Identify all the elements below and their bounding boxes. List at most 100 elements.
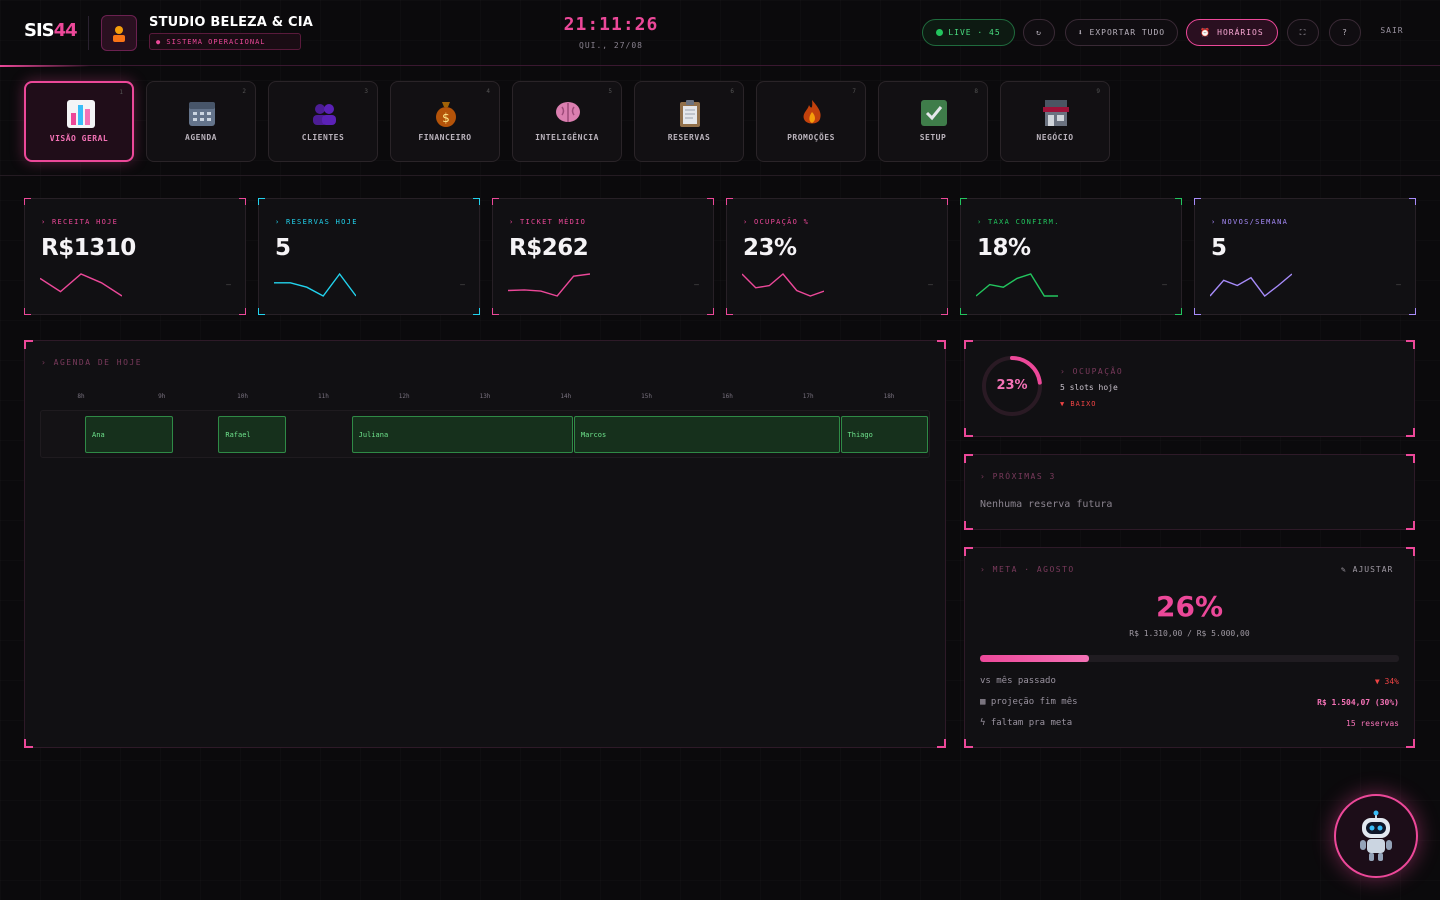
date: QUI., 27/08 — [579, 41, 643, 50]
timeline-booking[interactable]: Juliana — [351, 416, 573, 453]
nav-tab-setup[interactable]: 8 SETUP — [878, 81, 988, 162]
nav-tab-overview[interactable]: 1 VISÃO GERAL — [24, 81, 134, 162]
nav-tab-intelligence[interactable]: 5 INTELIGÊNCIA — [512, 81, 622, 162]
kpi-card[interactable]: › NOVOS/SEMANA 5 — — [1194, 198, 1416, 315]
kpi-card[interactable]: › RESERVAS HOJE 5 — — [258, 198, 480, 315]
kpi-value: R$1310 — [41, 235, 136, 261]
kpi-card[interactable]: › TAXA CONFIRM. 18% — — [960, 198, 1182, 315]
timeline-hour-label: 13h — [479, 393, 491, 400]
calendar-icon — [189, 102, 215, 126]
timeline-booking[interactable]: Rafael — [218, 416, 287, 453]
kpi-trend-indicator: — — [1396, 280, 1401, 289]
nav-tab-finance[interactable]: 4 $ FINANCEIRO — [390, 81, 500, 162]
next-bookings-empty: Nenhuma reserva futura — [980, 499, 1113, 510]
goal-progress-fill — [980, 655, 1089, 662]
fullscreen-button[interactable]: ⛶ — [1287, 19, 1319, 46]
kpi-value: 18% — [977, 235, 1031, 261]
kpi-sparkline-line — [40, 273, 122, 297]
kpi-sparkline — [40, 273, 122, 297]
logo[interactable]: SIS44 — [24, 20, 78, 41]
header: SIS44 STUDIO BELEZA & CIA ● SISTEMA OPER… — [0, 0, 1440, 67]
timeline-hour-label: 14h — [560, 393, 572, 400]
adjust-goal-button[interactable]: ✎ AJUSTAR — [1341, 565, 1393, 574]
nav-tab-promotions[interactable]: 7 PROMOÇÕES — [756, 81, 866, 162]
goal-amounts: R$ 1.310,00 / R$ 5.000,00 — [1129, 629, 1250, 638]
goal-row-label: vs mês passado — [980, 676, 1056, 686]
hours-button[interactable]: ⏰ HORÁRIOS — [1186, 19, 1278, 46]
live-indicator[interactable]: LIVE · 45 — [922, 19, 1015, 46]
agenda-panel — [24, 340, 946, 748]
kpi-trend-indicator: — — [226, 280, 231, 289]
timeline-hour-label: 18h — [883, 393, 895, 400]
nav-tab-clients[interactable]: 3 CLIENTES — [268, 81, 378, 162]
clipboard-icon — [680, 100, 700, 127]
timeline-hour-label: 8h — [77, 393, 85, 400]
svg-text:$: $ — [442, 111, 450, 125]
timeline-booking[interactable]: Ana — [85, 416, 173, 453]
kpi-sparkline-line — [1210, 273, 1292, 297]
next-bookings-title: › PRÓXIMAS 3 — [980, 472, 1056, 481]
timeline-booking[interactable]: Marcos — [573, 416, 840, 453]
occupancy-subtitle: 5 slots hoje — [1060, 383, 1118, 392]
kpi-value: 5 — [1211, 235, 1227, 261]
system-status-badge: ● SISTEMA OPERACIONAL — [149, 33, 301, 50]
fire-icon — [803, 100, 821, 124]
refresh-button[interactable]: ↻ — [1023, 19, 1055, 46]
business-avatar-icon[interactable] — [101, 15, 137, 51]
business-name: STUDIO BELEZA & CIA — [149, 15, 314, 30]
nav-tab-agenda[interactable]: 2 AGENDA — [146, 81, 256, 162]
export-all-button[interactable]: ⬇ EXPORTAR TUDO — [1065, 19, 1178, 46]
kpi-value: 23% — [743, 235, 797, 261]
kpi-sparkline-line — [976, 273, 1058, 297]
users-icon — [313, 104, 336, 125]
occupancy-value: 23% — [996, 378, 1028, 393]
kpi-card[interactable]: › OCUPAÇÃO % 23% — — [726, 198, 948, 315]
robot-icon — [1360, 810, 1392, 861]
kpi-card[interactable]: › RECEITA HOJE R$1310 — — [24, 198, 246, 315]
timeline-hour-label: 9h — [158, 393, 166, 400]
timeline-hour-label: 12h — [398, 393, 410, 400]
kpi-label: › TICKET MÉDIO — [509, 218, 587, 226]
timeline-hour-label: 17h — [802, 393, 814, 400]
logout-button[interactable]: SAIR — [1372, 26, 1412, 35]
goal-title: › META · AGOSTO — [980, 565, 1075, 574]
kpi-sparkline-line — [508, 273, 590, 297]
kpi-card[interactable]: › TICKET MÉDIO R$262 — — [492, 198, 714, 315]
kpi-trend-indicator: — — [1162, 280, 1167, 289]
kpi-label: › RESERVAS HOJE — [275, 218, 358, 226]
goal-row-value: 15 reservas — [1346, 719, 1399, 728]
goal-row-value: R$ 1.504,07 (30%) — [1317, 698, 1399, 707]
timeline-hour-label: 16h — [721, 393, 733, 400]
kpi-label: › OCUPAÇÃO % — [743, 218, 810, 226]
kpi-trend-indicator: — — [928, 280, 933, 289]
kpi-label: › TAXA CONFIRM. — [977, 218, 1060, 226]
goal-percent: 26% — [1155, 590, 1224, 623]
kpi-trend-indicator: — — [694, 280, 699, 289]
goal-row-label: ▦ projeção fim mês — [980, 697, 1078, 707]
timeline-hour-label: 15h — [641, 393, 653, 400]
goal-row-value: ▼ 34% — [1374, 677, 1399, 686]
clock: 21:11:26 — [563, 14, 659, 35]
kpi-sparkline-line — [274, 272, 356, 297]
brain-icon — [556, 102, 580, 122]
help-icon: ? — [1342, 28, 1348, 37]
nav-tab-reservations[interactable]: 6 RESERVAS — [634, 81, 744, 162]
kpi-sparkline — [1210, 273, 1292, 297]
timeline-hour-label: 11h — [317, 393, 329, 400]
fullscreen-icon: ⛶ — [1299, 27, 1307, 37]
timeline-booking[interactable]: Thiago — [840, 416, 929, 453]
timeline-hour-label: 10h — [237, 393, 249, 400]
kpi-sparkline — [742, 273, 824, 297]
kpi-value: 5 — [275, 235, 291, 261]
kpi-label: › RECEITA HOJE — [41, 218, 119, 226]
assistant-button[interactable] — [1334, 794, 1418, 878]
help-button[interactable]: ? — [1329, 19, 1361, 46]
main-nav: 1 VISÃO GERAL 2 AGENDA 3 CLIENTES 4 $ FI… — [0, 70, 1440, 176]
agenda-title: › AGENDA DE HOJE — [41, 358, 143, 367]
kpi-sparkline-line — [742, 273, 824, 297]
divider — [88, 16, 89, 50]
occupancy-title: › OCUPAÇÃO — [1060, 367, 1124, 376]
kpi-trend-indicator: — — [460, 280, 465, 289]
store-icon — [1043, 100, 1069, 126]
nav-tab-business[interactable]: 9 NEGÓCIO — [1000, 81, 1110, 162]
